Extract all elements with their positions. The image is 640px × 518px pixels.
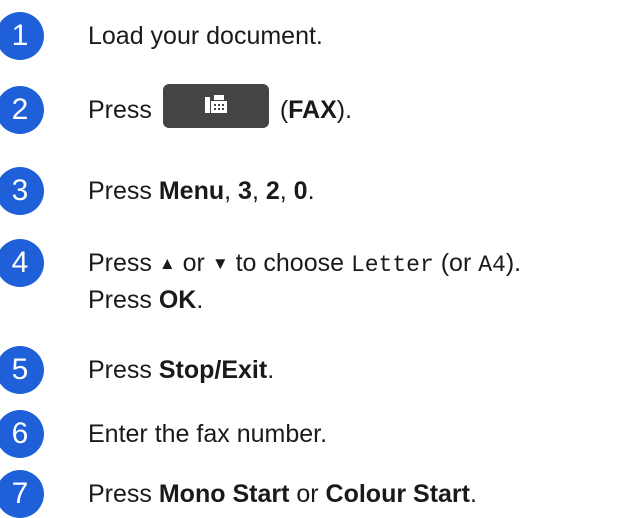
step-text: Press (FAX). <box>88 84 353 129</box>
key-2: 2 <box>265 177 280 205</box>
separator: , <box>279 177 294 205</box>
step-number-badge: 2 <box>0 86 44 134</box>
press-text: Press <box>88 480 159 508</box>
down-arrow-icon: ▼ <box>211 254 229 273</box>
step-number-badge: 6 <box>0 410 44 458</box>
paren-close: ). <box>505 249 522 277</box>
paren-open: ( <box>279 96 289 124</box>
to-choose-text: to choose <box>228 249 351 277</box>
fax-label: FAX <box>288 96 337 124</box>
step-number-badge: 5 <box>0 346 44 394</box>
press-text: Press <box>88 177 159 205</box>
press-text: Press <box>88 356 159 384</box>
stop-exit-key: Stop/Exit <box>158 356 268 384</box>
step-text: Press ▲ or ▼ to choose Letter (or A4). P… <box>88 246 521 317</box>
step-text: Load your document. <box>88 19 323 53</box>
press-text: Press <box>88 249 159 277</box>
press-text: Press <box>88 286 159 314</box>
step-text-content: Load your document. <box>88 22 323 50</box>
step-text: Press Mono Start or Colour Start. <box>88 477 477 511</box>
fax-icon <box>204 95 227 114</box>
step-number-badge: 3 <box>0 167 44 215</box>
step-number-badge: 4 <box>0 239 44 287</box>
a4-option: A4 <box>478 252 506 278</box>
separator: , <box>251 177 266 205</box>
period: . <box>196 286 204 314</box>
step-text: Press Menu, 3, 2, 0. <box>88 174 315 208</box>
step-text: Enter the fax number. <box>88 417 327 451</box>
step-number-badge: 1 <box>0 12 44 60</box>
period: . <box>307 177 315 205</box>
or-text: (or <box>433 249 479 277</box>
ok-key: OK <box>158 286 197 314</box>
paren-close: ). <box>336 96 353 124</box>
key-0: 0 <box>293 177 308 205</box>
step-line-2: Press OK. <box>88 283 521 317</box>
colour-start-key: Colour Start <box>325 480 470 508</box>
step-number-badge: 7 <box>0 470 44 518</box>
separator: , <box>224 177 239 205</box>
fax-button[interactable] <box>162 84 269 129</box>
step-text: Press Stop/Exit. <box>88 353 274 387</box>
up-arrow-icon: ▲ <box>158 254 176 273</box>
period: . <box>469 480 477 508</box>
letter-option: Letter <box>350 252 434 278</box>
period: . <box>267 356 275 384</box>
step-text-content: Enter the fax number. <box>88 420 328 448</box>
step-line-1: Press ▲ or ▼ to choose Letter (or A4). <box>88 246 521 283</box>
or-text: or <box>289 480 326 508</box>
key-3: 3 <box>238 177 252 205</box>
press-text: Press <box>88 96 152 124</box>
menu-key: Menu <box>158 177 225 205</box>
or-text: or <box>175 249 212 277</box>
mono-start-key: Mono Start <box>158 480 290 508</box>
